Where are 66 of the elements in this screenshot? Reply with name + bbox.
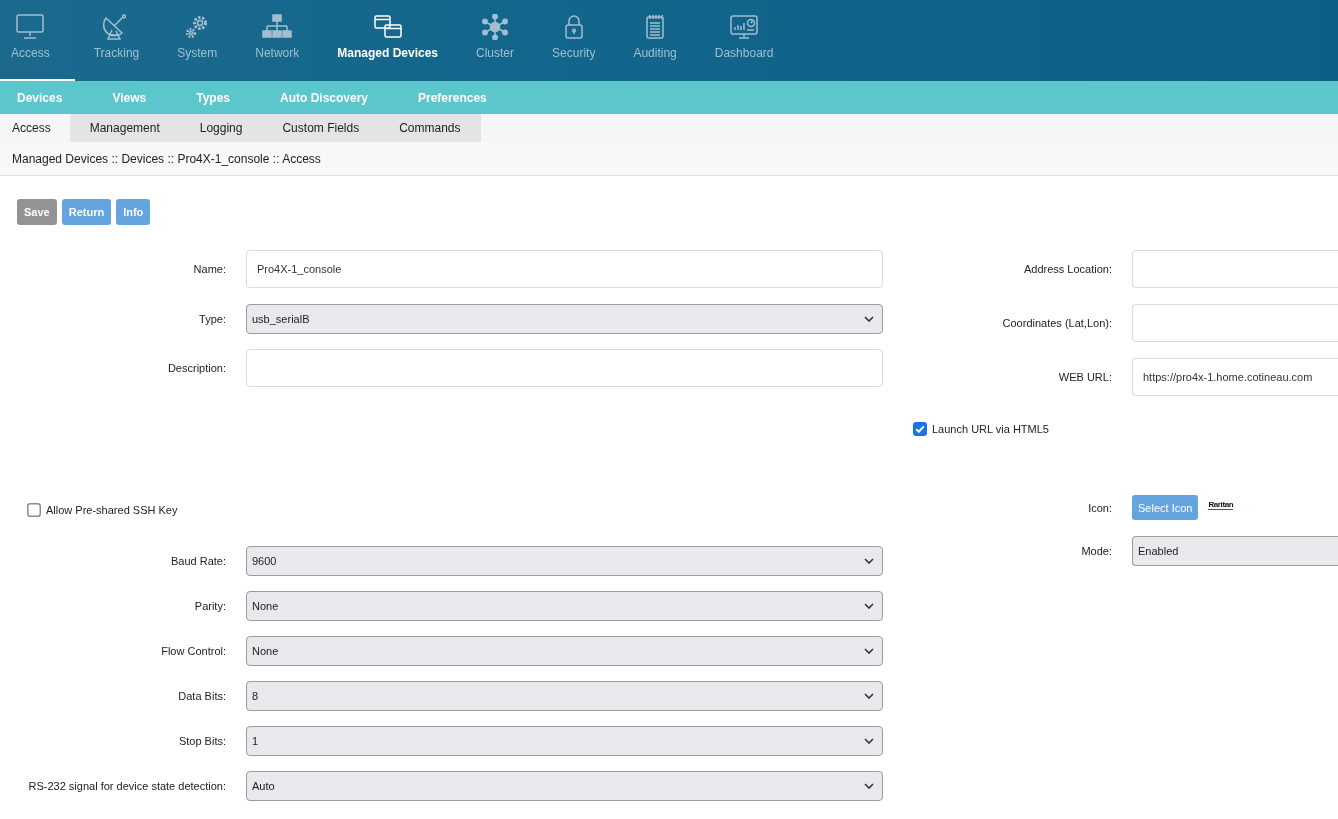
nav-tab[interactable]: Security [533,0,615,81]
field-label: WEB URL: [1058,371,1112,383]
nav-tab[interactable]: Auditing [614,0,696,81]
chevron-down-icon [864,316,874,322]
subnav-tab[interactable]: Types [171,81,255,114]
subnav-tab[interactable]: Auto Discovery [255,81,393,114]
field-label: Description: [167,362,226,374]
field-label: Data Bits: [178,690,226,702]
subnav-tab[interactable]: Preferences [393,81,512,114]
page-tab[interactable]: Commands [379,114,481,142]
checkbox-label: Allow Pre-shared SSH Key [46,504,178,516]
nav-tab[interactable]: Managed Devices [318,0,457,81]
chevron-down-icon [864,693,874,699]
chevron-down-icon [864,558,874,564]
chevron-down-icon [864,603,874,609]
text-field[interactable] [1132,250,1338,288]
select-field[interactable]: 9600 [246,546,883,576]
checkbox-label: Launch URL via HTML5 [932,423,1049,435]
field-label: Baud Rate: [170,555,226,567]
checkbox[interactable] [27,503,41,517]
nav-tab[interactable]: Dashboard [695,0,793,81]
field-label: Stop Bits: [178,735,226,747]
nav-tab[interactable]: Access [0,0,75,81]
field-label: Type: [199,313,226,325]
nav-tab[interactable]: System [158,0,237,81]
network-icon [262,14,293,40]
field-label: Address Location: [1023,263,1112,275]
chevron-down-icon [864,783,874,789]
select-field[interactable]: None [246,636,883,666]
select-icon-button[interactable]: Select Icon [1132,495,1199,520]
nav-tab[interactable]: Network [236,0,319,81]
field-label: RS-232 signal for device state detection: [28,780,226,792]
select-field[interactable]: 1 [246,726,883,756]
select-field[interactable]: Enabled [1132,536,1338,566]
nav-tab[interactable]: Tracking [74,0,159,81]
select-field[interactable]: None [246,591,883,621]
field-label: Name: [193,263,226,275]
toolbar-button[interactable]: Info [116,199,151,225]
text-field[interactable]: Pro4X-1_console [246,250,883,288]
field-label: Mode: [1081,545,1112,557]
checkbox[interactable] [913,422,927,436]
subnav-tab[interactable]: Devices [0,81,88,114]
nav-tab[interactable]: Cluster [457,0,534,81]
breadcrumb: Managed Devices :: Devices :: Pro4X-1_console :: Access [12,151,321,166]
field-label: Parity: [194,600,226,612]
page-tab[interactable]: Logging [179,114,263,142]
field-label: Icon: [1088,501,1112,514]
monitor-icon [15,14,46,40]
windows-icon [372,14,403,40]
page-tab[interactable]: Management [69,114,180,142]
field-label: Coordinates (Lat,Lon): [1002,317,1112,329]
text-field[interactable]: https://pro4x-1.home.cotineau.com [1132,358,1338,396]
dashboard-icon [729,14,760,40]
select-field[interactable]: Auto [246,771,883,801]
chevron-down-icon [864,648,874,654]
toolbar-button[interactable]: Return [61,199,112,225]
field-label: Flow Control: [161,645,226,657]
logo-preview: Raritan [1208,499,1234,510]
select-field[interactable]: 8 [246,681,883,711]
text-field[interactable] [1132,304,1338,342]
text-field[interactable] [246,349,883,387]
hub-icon [480,14,510,40]
chevron-down-icon [864,738,874,744]
page-tab[interactable]: Custom Fields [262,114,380,142]
select-field[interactable]: usb_serialB [246,304,883,334]
subnav-tab[interactable]: Views [87,81,172,114]
